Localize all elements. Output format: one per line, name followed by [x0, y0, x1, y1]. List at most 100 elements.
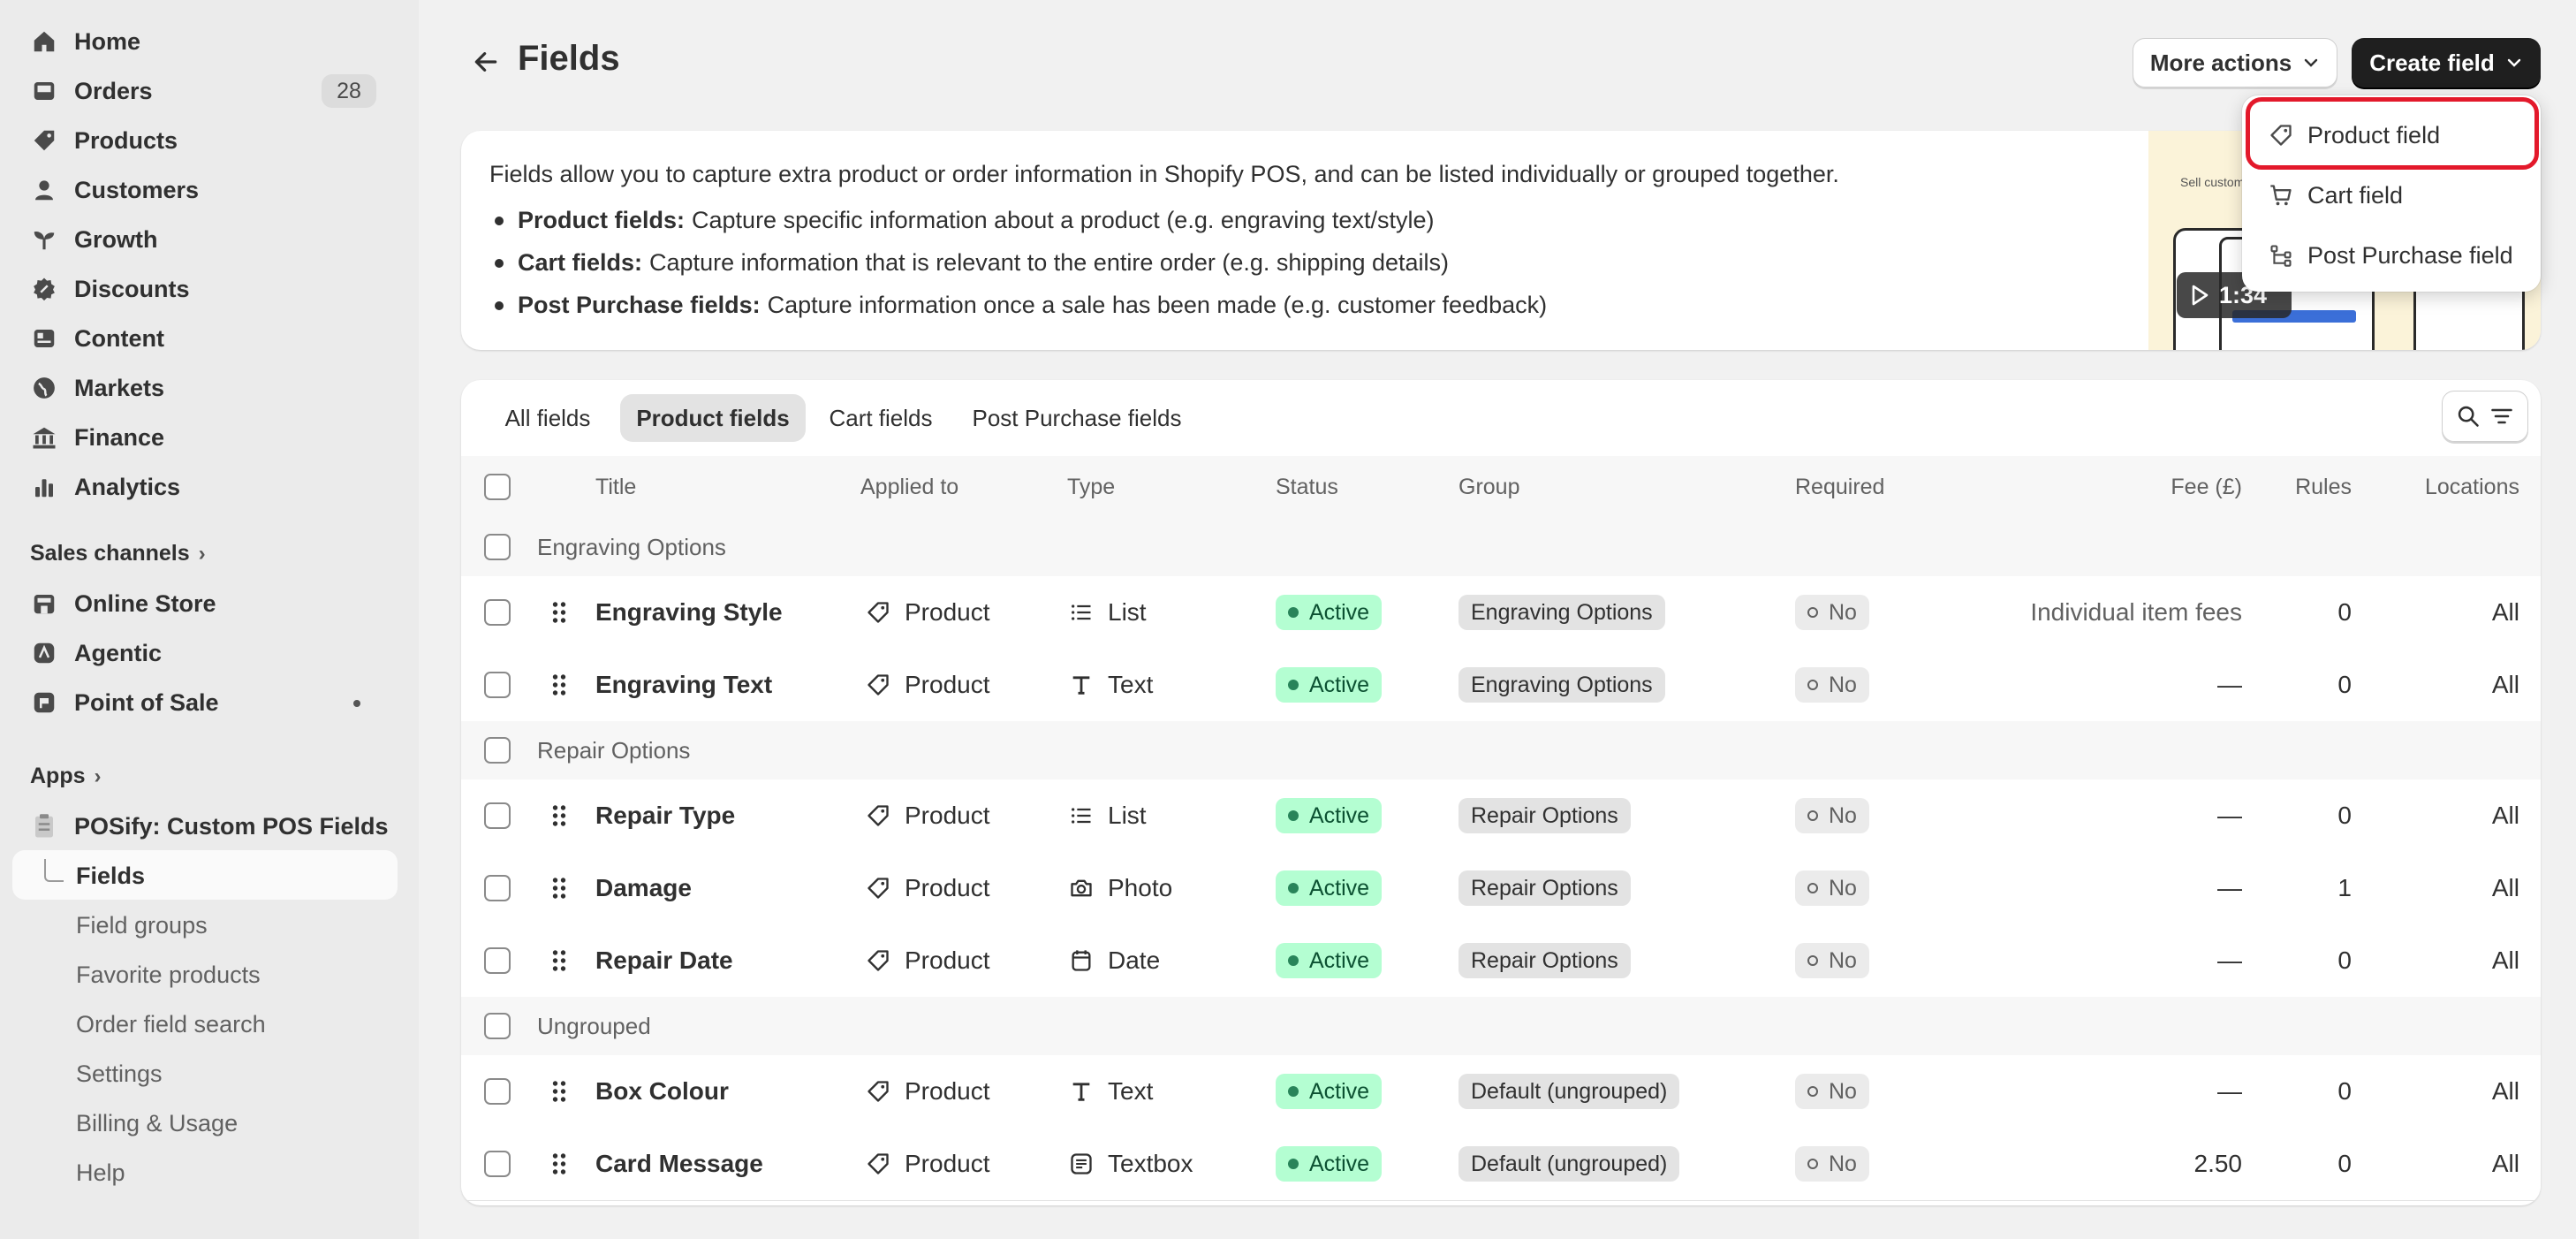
- sub-item-settings[interactable]: Settings: [76, 1060, 163, 1088]
- nav-item-content[interactable]: Content: [12, 314, 398, 363]
- row-checkbox[interactable]: [484, 1151, 511, 1177]
- sub-item-help[interactable]: Help: [76, 1159, 125, 1187]
- nav-item-finance[interactable]: Finance: [12, 413, 398, 462]
- nav-item-analytics[interactable]: Analytics: [12, 462, 398, 512]
- drag-handle-icon[interactable]: [549, 1151, 569, 1177]
- field-title[interactable]: Damage: [595, 852, 692, 924]
- nav-item-markets[interactable]: Markets: [12, 363, 398, 413]
- column-type[interactable]: Type: [1067, 456, 1115, 518]
- nav-item-discounts[interactable]: Discounts: [12, 264, 398, 314]
- chevron-down-icon: [2302, 54, 2320, 72]
- column-locations[interactable]: Locations: [2369, 456, 2519, 518]
- table-row[interactable]: Box Colour Product Text Active Default (ungr…: [461, 1055, 2541, 1129]
- create-field-label: Create field: [2369, 49, 2495, 76]
- tab-all-fields[interactable]: All fields: [482, 394, 613, 442]
- column-required[interactable]: Required: [1795, 456, 1884, 518]
- table-row[interactable]: Damage Product Photo Active Repair Options No…: [461, 852, 2541, 925]
- field-title[interactable]: Box Colour: [595, 1055, 729, 1128]
- drag-handle-icon[interactable]: [549, 1078, 569, 1105]
- column-group[interactable]: Group: [1458, 456, 1519, 518]
- group-badge: Default (ungrouped): [1458, 1074, 1680, 1109]
- applied-to-value: Product: [905, 874, 990, 901]
- row-checkbox[interactable]: [484, 802, 511, 829]
- sub-item-fields-active[interactable]: [12, 850, 398, 900]
- nav-item-orders[interactable]: Orders 28: [12, 66, 398, 116]
- type-cell: List: [1067, 576, 1147, 649]
- group-checkbox[interactable]: [484, 534, 511, 560]
- nav-item-products[interactable]: Products: [12, 116, 398, 165]
- apps-heading[interactable]: Apps ›: [30, 764, 102, 789]
- more-actions-button[interactable]: More actions: [2133, 38, 2337, 87]
- nav-item-posify-app[interactable]: POSify: Custom POS Fields: [12, 802, 398, 851]
- back-button[interactable]: [468, 44, 504, 80]
- column-rules[interactable]: Rules: [2263, 456, 2352, 518]
- sub-item-field-groups[interactable]: Field groups: [76, 912, 208, 939]
- search-filter-button[interactable]: [2442, 391, 2528, 442]
- row-checkbox[interactable]: [484, 875, 511, 901]
- drag-handle-icon[interactable]: [549, 802, 569, 829]
- group-checkbox[interactable]: [484, 737, 511, 764]
- sub-item-order-field-search[interactable]: Order field search: [76, 1011, 266, 1038]
- required-text: No: [1829, 947, 1857, 973]
- field-title[interactable]: Engraving Text: [595, 649, 772, 721]
- status-ring-icon: [1807, 955, 1818, 966]
- table-row[interactable]: Repair Date Product Date Active Repair Optio…: [461, 924, 2541, 998]
- field-title[interactable]: Repair Date: [595, 924, 733, 997]
- row-checkbox[interactable]: [484, 672, 511, 698]
- group-checkbox[interactable]: [484, 1013, 511, 1039]
- tab-product-fields[interactable]: Product fields: [620, 394, 806, 442]
- sales-channels-heading[interactable]: Sales channels ›: [30, 541, 206, 566]
- nav-item-agentic[interactable]: Agentic: [12, 628, 398, 678]
- required-cell: No: [1795, 924, 1869, 997]
- menu-item-cart-field[interactable]: Cart field: [2254, 170, 2528, 221]
- column-applied-to[interactable]: Applied to: [860, 456, 958, 518]
- nav-item-customers[interactable]: Customers: [12, 165, 398, 215]
- drag-handle-icon[interactable]: [549, 599, 569, 626]
- column-fee[interactable]: Fee (£): [2051, 456, 2242, 518]
- create-field-button[interactable]: Create field: [2352, 38, 2541, 87]
- tab-cart-fields[interactable]: Cart fields: [814, 394, 947, 442]
- type-value: Textbox: [1108, 1150, 1193, 1177]
- status-cell: Active: [1276, 649, 1383, 721]
- bullet-text: Capture information once a sale has been…: [767, 292, 1548, 318]
- nav-item-growth[interactable]: Growth: [12, 215, 398, 264]
- status-dot: [1288, 607, 1299, 618]
- column-title[interactable]: Title: [595, 456, 636, 518]
- chart-icon: [28, 471, 60, 503]
- nav-item-online-store[interactable]: Online Store: [12, 579, 398, 628]
- select-all-checkbox[interactable]: [484, 474, 511, 500]
- table-row[interactable]: Repair Type Product List Active Repair Optio…: [461, 779, 2541, 853]
- bank-icon: [28, 422, 60, 453]
- info-bullet-post-purchase: Post Purchase fields: Capture informatio…: [495, 292, 1547, 319]
- table-row[interactable]: Engraving Text Product Text Active Engraving…: [461, 649, 2541, 722]
- calendar-icon: [1067, 946, 1095, 975]
- drag-handle-icon[interactable]: [549, 672, 569, 698]
- status-dot: [1288, 680, 1299, 690]
- status-dot: [353, 700, 360, 707]
- tab-post-purchase-fields[interactable]: Post Purchase fields: [956, 394, 1198, 442]
- field-title[interactable]: Card Message: [595, 1128, 763, 1200]
- field-title[interactable]: Engraving Style: [595, 576, 783, 649]
- drag-handle-icon[interactable]: [549, 875, 569, 901]
- menu-item-post-purchase-field[interactable]: Post Purchase field: [2254, 230, 2528, 281]
- row-checkbox[interactable]: [484, 947, 511, 974]
- row-checkbox[interactable]: [484, 1078, 511, 1105]
- sub-item-billing-usage[interactable]: Billing & Usage: [76, 1110, 238, 1137]
- status-badge: Active: [1276, 870, 1383, 906]
- table-row[interactable]: Card Message Product Textbox Active Default …: [461, 1128, 2541, 1201]
- nav-item-home[interactable]: Home: [12, 17, 398, 66]
- table-row[interactable]: Engraving Style Product List Active Engravin…: [461, 576, 2541, 650]
- rules-cell: 0: [2337, 946, 2352, 974]
- sub-item-favorite-products[interactable]: Favorite products: [76, 962, 261, 989]
- sub-item-fields[interactable]: Fields: [76, 863, 145, 890]
- column-status[interactable]: Status: [1276, 456, 1338, 518]
- text-icon: [1067, 1077, 1095, 1106]
- locations-cell: All: [2491, 874, 2519, 901]
- field-title[interactable]: Repair Type: [595, 779, 735, 852]
- drag-handle-icon[interactable]: [549, 947, 569, 974]
- row-checkbox[interactable]: [484, 599, 511, 626]
- nav-item-label: Products: [74, 126, 178, 154]
- nav-item-point-of-sale[interactable]: Point of Sale: [12, 678, 398, 727]
- apps-label: Apps: [30, 764, 86, 788]
- group-label: Ungrouped: [537, 1012, 651, 1039]
